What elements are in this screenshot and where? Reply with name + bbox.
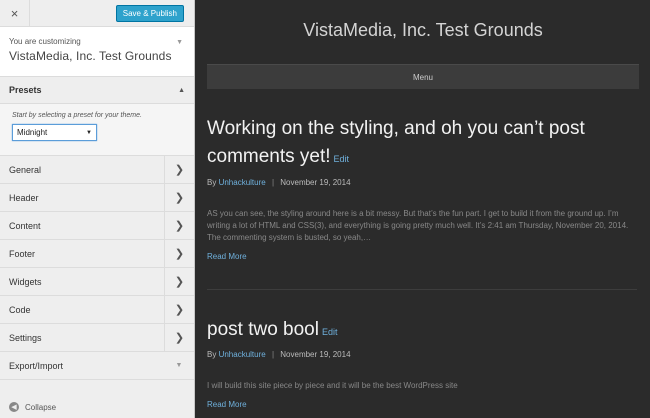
site-preview: VistaMedia, Inc. Test Grounds Menu Worki… — [196, 0, 650, 418]
post-excerpt: AS you can see, the styling around here … — [207, 209, 629, 242]
presets-section-header[interactable]: Presets ▲ — [0, 77, 194, 104]
customizer-sidebar: × Save & Publish You are customizing Vis… — [0, 0, 195, 418]
customizing-site-name: VistaMedia, Inc. Test Grounds — [9, 49, 172, 63]
chevron-right-icon[interactable]: ❯ — [164, 212, 194, 239]
dropdown-arrow-icon: ▼ — [86, 129, 92, 136]
post-date: November 19, 2014 — [280, 350, 351, 359]
presets-section-body: Start by selecting a preset for your the… — [0, 104, 194, 156]
chevron-down-icon[interactable]: ▼ — [176, 39, 183, 46]
section-label: Content — [9, 220, 41, 231]
post-divider — [207, 289, 637, 290]
post-excerpt: I will build this site piece by piece an… — [207, 381, 458, 390]
close-icon[interactable]: × — [0, 0, 30, 27]
presets-hint: Start by selecting a preset for your the… — [12, 112, 142, 119]
post-date: November 19, 2014 — [280, 178, 351, 187]
meta-separator: | — [271, 178, 275, 187]
chevron-right-icon[interactable]: ❯ — [164, 240, 194, 267]
read-more-link[interactable]: Read More — [207, 400, 247, 409]
section-label: Settings — [9, 332, 42, 343]
post-meta: By Unhackulture | November 19, 2014 — [207, 350, 351, 359]
section-general[interactable]: General ❯ — [0, 156, 194, 184]
section-footer[interactable]: Footer ❯ — [0, 240, 194, 268]
meta-separator: | — [271, 350, 275, 359]
edit-link[interactable]: Edit — [322, 327, 338, 337]
chevron-right-icon[interactable]: ❯ — [164, 156, 194, 183]
post-by: By — [207, 350, 217, 359]
collapse-button[interactable]: ◀ Collapse — [9, 402, 56, 412]
section-widgets[interactable]: Widgets ❯ — [0, 268, 194, 296]
collapse-arrow-icon: ◀ — [9, 402, 19, 412]
menu-bar[interactable]: Menu — [207, 64, 639, 89]
preset-select-value: Midnight — [17, 128, 48, 137]
chevron-right-icon[interactable]: ❯ — [164, 268, 194, 295]
chevron-right-icon[interactable]: ❯ — [164, 296, 194, 323]
chevron-down-icon[interactable]: ▼ — [164, 352, 194, 379]
section-label: Footer — [9, 248, 36, 259]
post-title-text[interactable]: post two bool — [207, 319, 319, 340]
section-content[interactable]: Content ❯ — [0, 212, 194, 240]
post-title-text[interactable]: Working on the styling, and oh you can’t… — [207, 118, 585, 167]
section-label: Code — [9, 304, 31, 315]
customizer-header: × Save & Publish — [0, 0, 194, 27]
presets-title: Presets — [9, 85, 42, 95]
chevron-up-icon: ▲ — [178, 86, 185, 94]
section-label: Widgets — [9, 276, 42, 287]
edit-link[interactable]: Edit — [334, 154, 350, 164]
section-code[interactable]: Code ❯ — [0, 296, 194, 324]
collapse-label: Collapse — [25, 402, 57, 412]
menu-label: Menu — [412, 72, 433, 82]
section-label: Export/Import — [9, 360, 64, 371]
customizing-info[interactable]: You are customizing VistaMedia, Inc. Tes… — [0, 27, 194, 77]
read-more-link[interactable]: Read More — [207, 252, 247, 261]
section-label: General — [9, 164, 42, 175]
preset-select[interactable]: Midnight ▼ — [12, 124, 97, 141]
post-by: By — [207, 178, 217, 187]
save-publish-button[interactable]: Save & Publish — [115, 5, 184, 22]
post-author-link[interactable]: Unhackulture — [219, 178, 266, 187]
post-title[interactable]: Working on the styling, and oh you can’t… — [207, 115, 627, 173]
section-header[interactable]: Header ❯ — [0, 184, 194, 212]
section-settings[interactable]: Settings ❯ — [0, 324, 194, 352]
site-title[interactable]: VistaMedia, Inc. Test Grounds — [196, 20, 650, 41]
post-author-link[interactable]: Unhackulture — [219, 350, 266, 359]
chevron-right-icon[interactable]: ❯ — [164, 324, 194, 351]
customizing-label: You are customizing — [9, 37, 81, 46]
post-meta: By Unhackulture | November 19, 2014 — [207, 178, 351, 187]
section-export-import[interactable]: Export/Import ▼ — [0, 352, 194, 380]
post-title[interactable]: post two bool Edit — [207, 316, 627, 346]
chevron-right-icon[interactable]: ❯ — [164, 184, 194, 211]
section-label: Header — [9, 192, 39, 203]
